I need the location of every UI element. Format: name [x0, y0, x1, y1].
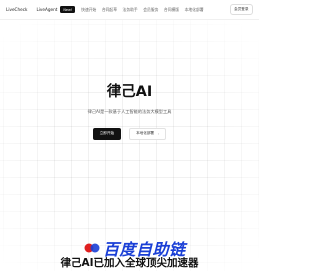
nav-item-legal-assistant[interactable]: 法务助手 — [123, 7, 138, 13]
watermark-logo-icon — [84, 243, 100, 253]
hero-title: 律己AI — [106, 84, 153, 100]
hero-subtitle: 律己AI是一款基于人工智能的法务大模型工具 — [87, 109, 172, 114]
nav-item-local-deployment[interactable]: 本地化部署 — [185, 7, 204, 13]
local-deploy-label: 本地化部署 — [136, 131, 155, 136]
brand-liveagent-link[interactable]: LiveAgent — [36, 7, 57, 12]
local-deploy-button[interactable]: 本地化部署 › — [129, 128, 167, 140]
nav-item-membership[interactable]: 会员服务 — [143, 7, 158, 13]
nav-item-contract-drafting[interactable]: 合同起草 — [102, 7, 117, 13]
hero-section: 律己AI 律己AI是一款基于人工智能的法务大模型工具 立即开始 本地化部署 › — [0, 0, 259, 271]
chevron-right-icon: › — [158, 131, 160, 136]
brand-livecheck-link[interactable]: LiveCheck — [6, 7, 27, 12]
top-navbar: LiveCheck LiveAgent New! 快速开始 合同起草 法务助手 … — [0, 0, 259, 20]
login-button[interactable]: 会员登录 — [229, 4, 253, 15]
nav-item-contract-templates[interactable]: 合同模版 — [164, 7, 179, 13]
hero-actions: 立即开始 本地化部署 › — [0, 128, 259, 140]
nav-item-quickstart[interactable]: 快速开始 — [81, 7, 96, 13]
footer-headline: 律己AI已加入全球顶尖加速器 — [60, 257, 199, 269]
start-now-button[interactable]: 立即开始 — [92, 128, 122, 140]
new-badge: New! — [60, 6, 76, 13]
